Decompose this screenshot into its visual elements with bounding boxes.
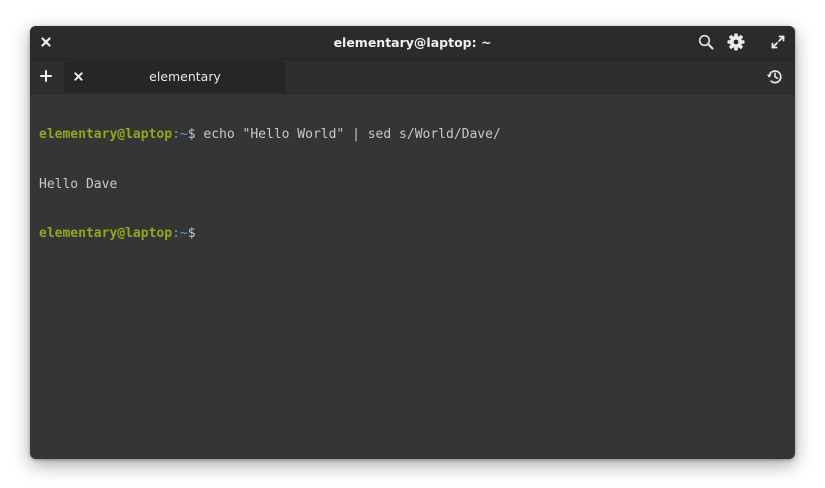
prompt-path: :~ bbox=[172, 226, 188, 241]
terminal-line: elementary@laptop:~$ bbox=[39, 226, 786, 243]
prompt-symbol: $ bbox=[187, 226, 196, 241]
close-window-button[interactable] bbox=[34, 30, 58, 54]
terminal-line: Hello Dave bbox=[39, 177, 786, 194]
history-icon bbox=[766, 69, 782, 83]
terminal-output[interactable]: elementary@laptop:~$ echo "Hello World" … bbox=[39, 94, 786, 459]
history-button[interactable] bbox=[762, 64, 786, 88]
prompt-user: elementary@laptop bbox=[39, 226, 173, 241]
settings-button[interactable] bbox=[724, 30, 748, 54]
close-icon bbox=[73, 71, 83, 81]
close-tab-button[interactable] bbox=[66, 64, 90, 88]
prompt-path: :~ bbox=[172, 127, 188, 142]
search-icon bbox=[698, 34, 714, 50]
command-output: Hello Dave bbox=[39, 176, 118, 192]
plus-icon bbox=[40, 70, 52, 82]
titlebar[interactable]: elementary@laptop: ~ bbox=[30, 26, 795, 60]
prompt-symbol: $ bbox=[187, 127, 196, 142]
prompt-user: elementary@laptop bbox=[39, 127, 173, 142]
tab-elementary[interactable]: elementary bbox=[64, 61, 286, 92]
close-icon bbox=[41, 37, 51, 47]
window-title: elementary@laptop: ~ bbox=[333, 35, 492, 50]
gear-icon bbox=[727, 33, 745, 51]
maximize-button[interactable] bbox=[766, 30, 790, 54]
tab-label: elementary bbox=[149, 69, 221, 84]
new-tab-button[interactable] bbox=[34, 64, 58, 88]
terminal-line: elementary@laptop:~$ echo "Hello World" … bbox=[39, 127, 786, 144]
command-text: echo "Hello World" | sed s/World/Dave/ bbox=[195, 127, 501, 142]
tab-bar: elementary bbox=[30, 60, 795, 94]
search-button[interactable] bbox=[694, 30, 718, 54]
maximize-icon bbox=[771, 35, 785, 49]
terminal-window: elementary@laptop: ~ elementary elementa… bbox=[30, 26, 795, 459]
